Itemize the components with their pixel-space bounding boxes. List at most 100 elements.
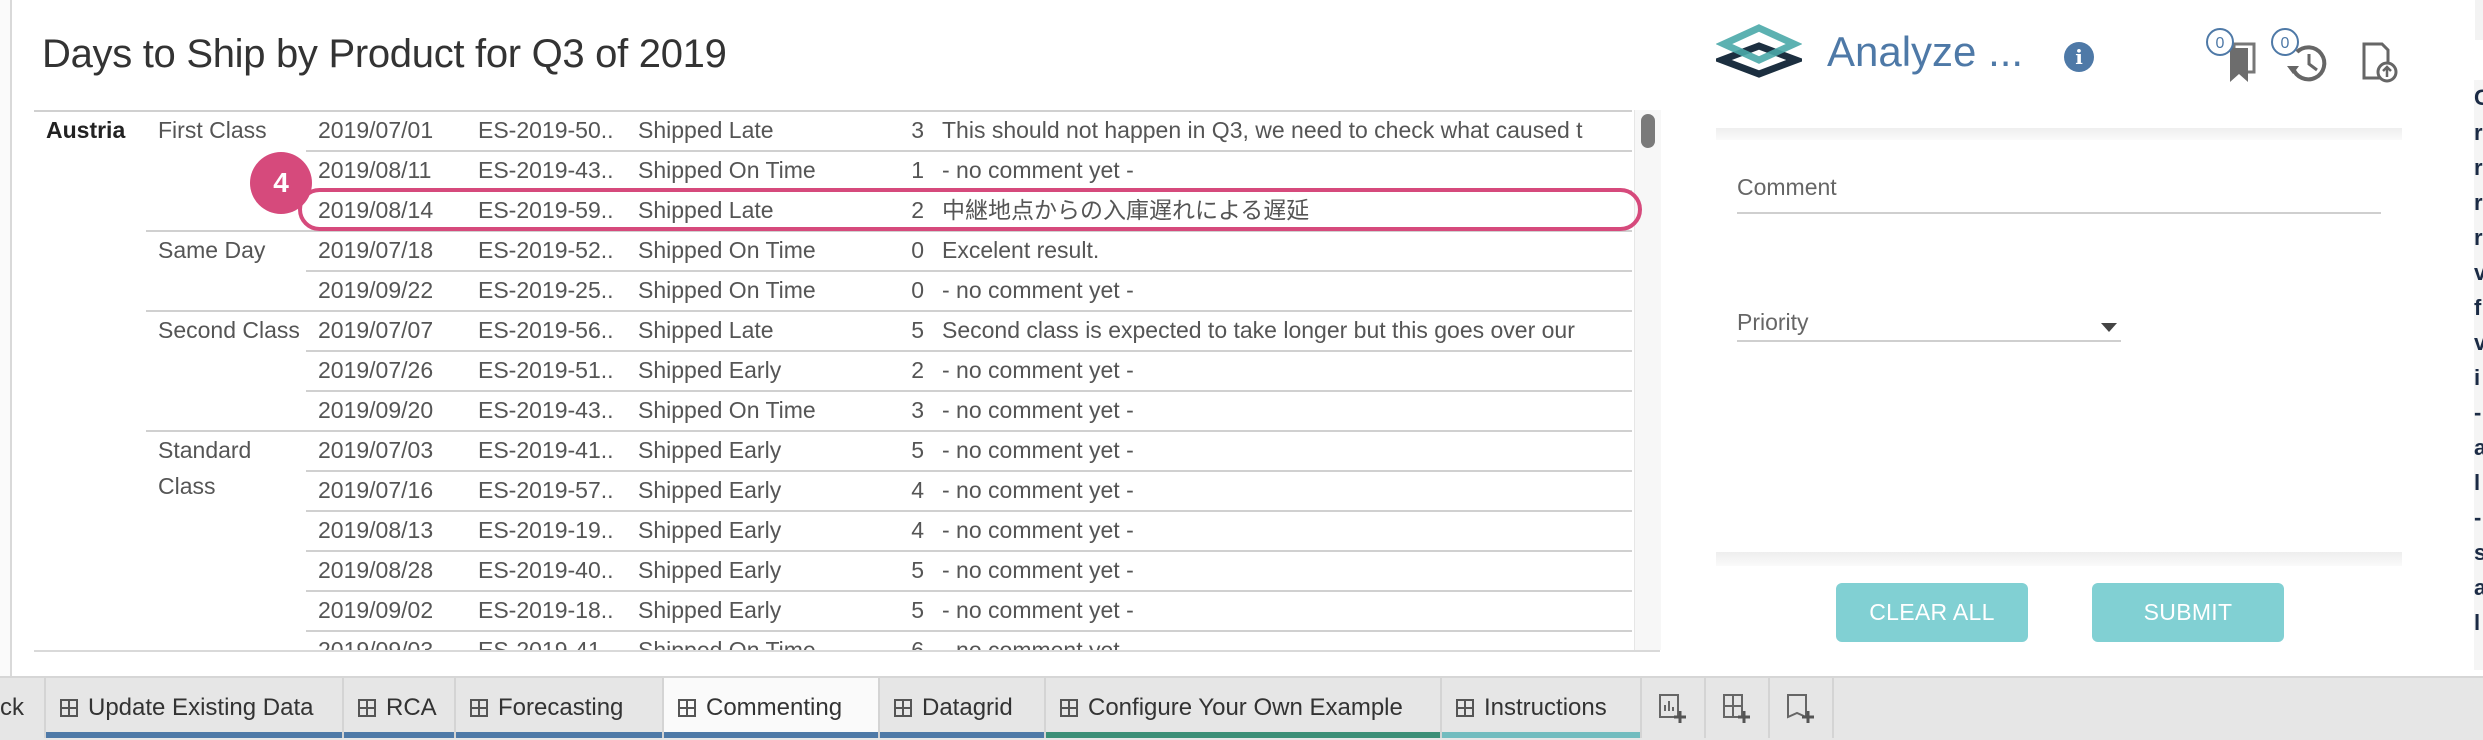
tab-label: Datagrid	[922, 694, 1013, 721]
clear-all-button[interactable]: CLEAR ALL	[1836, 583, 2028, 642]
clipped-text-line: C	[2474, 85, 2483, 110]
order-id: ES-2019-41..	[478, 437, 614, 463]
chevron-down-icon[interactable]	[2101, 323, 2117, 332]
comment-text: - no comment yet -	[942, 157, 1134, 183]
tab-commenting[interactable]: Commenting	[664, 678, 880, 738]
clipped-text-line: -	[2474, 505, 2482, 530]
clipped-text-line: r	[2474, 120, 2483, 145]
dashboard-icon	[470, 699, 488, 717]
ship-status: Shipped Late	[638, 317, 774, 343]
order-id: ES-2019-52..	[478, 237, 614, 263]
order-date: 2019/07/07	[318, 317, 434, 343]
table-scrollbar[interactable]	[1634, 110, 1661, 650]
clipped-text-line: r	[2474, 225, 2483, 250]
dashboard-icon	[1456, 699, 1474, 717]
days-to-ship: 3	[911, 117, 924, 143]
comment-text: - no comment yet -	[942, 637, 1134, 650]
new-story-button[interactable]	[1770, 678, 1834, 738]
order-id: ES-2019-18..	[478, 597, 614, 623]
comment-text: - no comment yet -	[942, 597, 1134, 623]
history-button[interactable]: 0	[2271, 28, 2331, 84]
tab-color-bar	[344, 732, 454, 738]
clipped-text-line: s	[2474, 540, 2483, 565]
order-id: ES-2019-41..	[478, 637, 614, 650]
ship-status: Shipped On Time	[638, 157, 816, 183]
tab-update-existing-data[interactable]: Update Existing Data	[46, 678, 344, 738]
order-date: 2019/07/03	[318, 437, 434, 463]
tab-color-bar	[46, 732, 342, 738]
order-date: 2019/08/13	[318, 517, 434, 543]
days-to-ship: 0	[911, 237, 924, 263]
days-to-ship: 6	[911, 637, 924, 650]
order-date: 2019/09/22	[318, 277, 434, 303]
tab-datagrid[interactable]: Datagrid	[880, 678, 1046, 738]
extension-title: Analyze ...	[1827, 28, 2024, 75]
clipped-text-line: r	[2474, 190, 2483, 215]
scrollbar-thumb[interactable]	[1641, 114, 1655, 148]
tab-color-bar	[880, 732, 1044, 738]
ship-status: Shipped On Time	[638, 237, 816, 263]
new-worksheet-button[interactable]	[1642, 678, 1706, 738]
tab-color-bar	[1046, 732, 1440, 738]
order-id: ES-2019-43..	[478, 157, 614, 183]
tab-forecasting[interactable]: Forecasting	[456, 678, 664, 738]
clipped-text-line: a	[2474, 575, 2483, 600]
table-bottom-border	[34, 650, 1660, 652]
tab-instructions[interactable]: Instructions	[1442, 678, 1642, 738]
days-to-ship: 3	[911, 397, 924, 423]
tab-rca[interactable]: RCA	[344, 678, 456, 738]
extension-header: Analyze ... i 0 0	[1716, 18, 2416, 98]
sheet-tab-bar: ck Update Existing Data RCA Forecasting Comm…	[0, 676, 2483, 740]
comment-text: - no comment yet -	[942, 437, 1134, 463]
tab-ck[interactable]: ck	[0, 678, 46, 738]
tab-configure-your-own-example[interactable]: Configure Your Own Example	[1046, 678, 1442, 738]
order-date: 2019/07/26	[318, 357, 434, 383]
tab-color-bar	[1442, 732, 1640, 738]
clipped-text-panel: Crrrrvfvi-al-sal	[2474, 80, 2483, 670]
clipped-text-line: l	[2474, 470, 2481, 495]
order-date: 2019/07/18	[318, 237, 434, 263]
comment-input[interactable]	[1737, 212, 2381, 214]
tab-color-bar	[664, 732, 878, 738]
days-to-ship: 5	[911, 317, 924, 343]
ship-mode-label: First Class	[158, 117, 267, 143]
days-to-ship: 5	[911, 437, 924, 463]
bookmark-button[interactable]: 0	[2206, 28, 2266, 84]
ship-status: Shipped Early	[638, 437, 782, 463]
days-to-ship: 0	[911, 277, 924, 303]
clipped-text-line: v	[2474, 260, 2483, 285]
comment-text: - no comment yet -	[942, 477, 1134, 503]
order-id: ES-2019-43..	[478, 397, 614, 423]
order-date: 2019/09/02	[318, 597, 434, 623]
ship-status: Shipped Early	[638, 357, 782, 383]
ship-status: Shipped Late	[638, 117, 774, 143]
export-button[interactable]	[2356, 28, 2416, 84]
comment-text: - no comment yet -	[942, 517, 1134, 543]
ship-status: Shipped Early	[638, 517, 782, 543]
ship-status: Shipped Early	[638, 597, 782, 623]
new-dashboard-button[interactable]	[1706, 678, 1770, 738]
order-id: ES-2019-50..	[478, 117, 614, 143]
submit-button[interactable]: SUBMIT	[2092, 583, 2284, 642]
info-icon[interactable]: i	[2064, 42, 2094, 72]
tab-label: RCA	[386, 694, 437, 721]
ship-mode-label: Standard Class	[158, 437, 252, 499]
dashboard-icon	[1060, 699, 1078, 717]
order-date: 2019/08/28	[318, 557, 434, 583]
order-date: 2019/09/20	[318, 397, 434, 423]
dashboard-icon	[358, 699, 376, 717]
comment-text: - no comment yet -	[942, 557, 1134, 583]
ship-status: Shipped Early	[638, 557, 782, 583]
days-to-ship: 4	[911, 477, 924, 503]
order-id: ES-2019-19..	[478, 517, 614, 543]
new-story-icon	[1787, 694, 1814, 723]
comment-text: Second class is expected to take longer …	[942, 317, 1575, 343]
comment-label: Comment	[1737, 174, 1837, 200]
order-id: ES-2019-25..	[478, 277, 614, 303]
logo-icon	[1716, 24, 1802, 78]
highlight-outline	[298, 188, 1642, 231]
priority-select[interactable]	[1737, 340, 2121, 342]
tab-label: Configure Your Own Example	[1088, 694, 1403, 721]
comment-text: - no comment yet -	[942, 277, 1134, 303]
ship-status: Shipped On Time	[638, 277, 816, 303]
